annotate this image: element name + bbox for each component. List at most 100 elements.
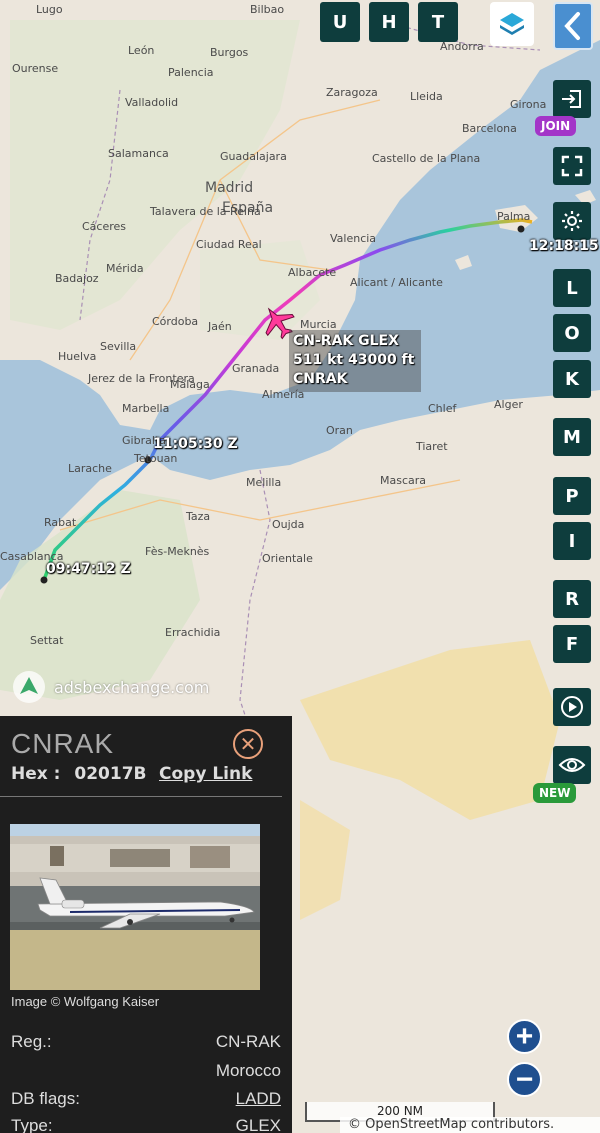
place-label: Errachidia (165, 626, 221, 639)
watermark-text: adsbexchange.com (54, 677, 210, 697)
plus-icon: + (515, 1019, 534, 1053)
place-label: Salamanca (108, 147, 169, 160)
panel-divider (0, 796, 282, 797)
replay-button[interactable] (553, 688, 591, 726)
place-label: Alger (494, 398, 523, 411)
visibility-button[interactable] (553, 746, 591, 784)
place-label: Lugo (36, 3, 63, 16)
o-button[interactable]: O (553, 314, 591, 352)
place-label: Marbella (122, 402, 170, 415)
place-label: Taza (186, 510, 211, 523)
k-button[interactable]: K (553, 360, 591, 398)
track-start-point (40, 576, 48, 584)
settings-button[interactable] (553, 202, 591, 240)
track-start-time: 09:47:12 Z (46, 561, 131, 577)
m-button[interactable]: M (553, 418, 591, 456)
login-icon (562, 90, 581, 108)
join-button[interactable] (553, 80, 591, 118)
place-label: Badajoz (55, 272, 99, 285)
h-button[interactable]: H (369, 2, 409, 42)
panel-callsign: CNRAK (11, 728, 115, 759)
eye-icon (558, 758, 586, 772)
track-mid-time: 11:05:30 Z (153, 436, 238, 452)
hex-row: Hex : 02017B (11, 764, 146, 784)
place-label: Fès-Meknès (145, 545, 210, 558)
place-label: Melilla (246, 476, 282, 489)
place-label: Valladolid (125, 96, 179, 109)
place-label: Córdoba (152, 315, 199, 328)
country-value: Morocco (215, 1061, 281, 1080)
replay-icon (561, 696, 583, 718)
place-label: Huelva (58, 350, 97, 363)
place-label: Rabat (44, 516, 77, 529)
zoom-out-button[interactable]: − (507, 1062, 542, 1097)
place-label: Bilbao (250, 3, 285, 16)
place-label: Jerez de la Frontera (88, 372, 195, 385)
place-label: Mérida (106, 262, 144, 275)
place-label: Lleida (410, 90, 443, 103)
place-label: Oujda (272, 518, 305, 531)
place-label: Guadalajara (220, 150, 287, 163)
place-label: Palma (497, 210, 531, 223)
f-button[interactable]: F (553, 625, 591, 663)
u-button[interactable]: U (320, 2, 360, 42)
map-attribution[interactable]: © OpenStreetMap contributors. (340, 1117, 600, 1133)
place-label: Castello de la Plana (372, 152, 481, 165)
copy-link-button[interactable]: Copy Link (159, 764, 252, 784)
layers-button[interactable] (490, 2, 534, 46)
hex-value: 02017B (74, 764, 147, 784)
place-label: Oran (326, 424, 353, 437)
place-label: Tetouan (134, 452, 178, 465)
chevron-left-icon (564, 12, 580, 40)
gear-icon (562, 211, 582, 231)
fullscreen-button[interactable] (553, 147, 591, 185)
reg-label: Reg.: (11, 1032, 52, 1051)
p-button[interactable]: P (553, 477, 591, 515)
image-credit[interactable]: Image © Wolfgang Kaiser (11, 994, 159, 1009)
layers-icon (500, 13, 524, 35)
r-button[interactable]: R (553, 580, 591, 618)
join-badge[interactable]: JOIN (535, 116, 577, 136)
place-label: Palencia (168, 66, 214, 79)
place-label: Granada (232, 362, 280, 375)
fullscreen-icon (561, 155, 583, 177)
close-panel-button[interactable]: ✕ (233, 729, 263, 759)
db-flags-value[interactable]: LADD (236, 1089, 281, 1109)
aircraft-label-line2: 511 kt 43000 ft (293, 352, 415, 368)
collapse-sidebar-button[interactable] (553, 2, 593, 50)
type-label: Type: (11, 1116, 53, 1133)
place-label: Sevilla (100, 340, 137, 353)
place-label: Alicant / Alicante (350, 276, 443, 289)
aircraft-label[interactable]: CN-RAK GLEX 511 kt 43000 ft CNRAK (289, 330, 421, 392)
reg-value: CN-RAK (215, 1032, 281, 1051)
place-label: Zaragoza (326, 86, 378, 99)
place-label: Valencia (330, 232, 377, 245)
zoom-in-button[interactable]: + (507, 1019, 542, 1054)
place-label: Talavera de la Reina (150, 205, 261, 218)
l-button[interactable]: L (553, 269, 591, 307)
watermark: adsbexchange.com (12, 670, 209, 704)
aircraft-photo[interactable] (10, 824, 260, 990)
aircraft-label-line3: CNRAK (293, 371, 348, 387)
close-icon: ✕ (239, 733, 257, 756)
aircraft-label-line1: CN-RAK GLEX (293, 333, 399, 349)
new-badge: NEW (533, 783, 577, 803)
t-button[interactable]: T (418, 2, 458, 42)
i-button[interactable]: I (553, 522, 591, 560)
place-label: Tiaret (416, 440, 448, 453)
type-value: GLEX (235, 1116, 281, 1133)
aircraft-info-panel: CNRAK ✕ Hex : 02017B Copy Link Image © W… (0, 716, 292, 1133)
place-label: Burgos (210, 46, 249, 59)
place-label: Barcelona (462, 122, 517, 135)
place-label: Chlef (428, 402, 457, 415)
minus-icon: − (515, 1062, 534, 1096)
track-end-point (517, 225, 525, 233)
place-label: Ciudad Real (196, 238, 262, 251)
place-label: Mascara (380, 474, 427, 487)
track-end-time: 12:18:15 (529, 238, 599, 254)
place-label: Jaén (208, 320, 232, 333)
place-label: Settat (30, 634, 64, 647)
place-label: Girona (510, 98, 547, 111)
place-label: Madrid (205, 180, 254, 196)
place-label: Albacete (288, 266, 337, 279)
